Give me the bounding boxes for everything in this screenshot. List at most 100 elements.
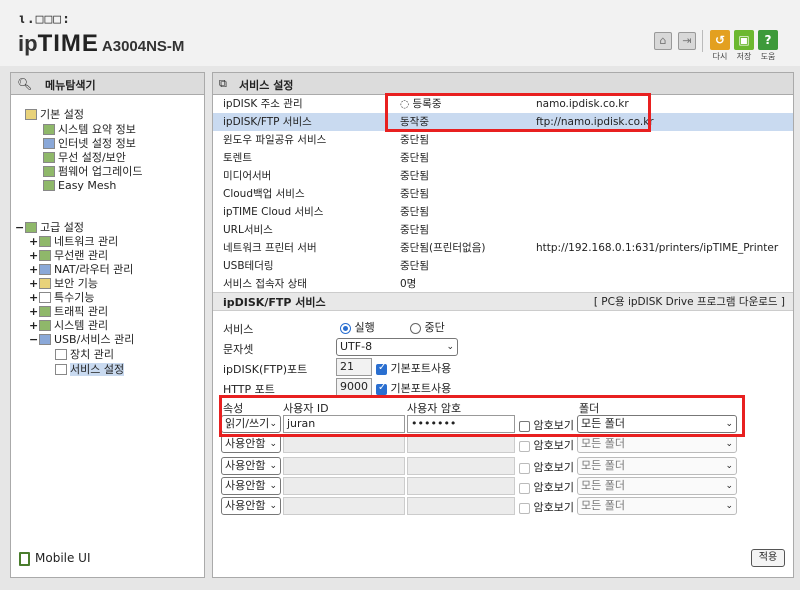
tree-item-system-summary[interactable]: 시스템 요약 정보 — [43, 122, 136, 137]
expand-icon[interactable]: + — [29, 318, 39, 333]
traffic-icon — [39, 305, 51, 317]
refresh-icon[interactable]: ↺ — [710, 30, 730, 50]
show-password-checkbox[interactable] — [519, 482, 530, 494]
tree-item-internet-settings[interactable]: 인터넷 설정 정보 — [43, 136, 136, 151]
mobile-ui-link[interactable]: Mobile UI — [19, 551, 91, 566]
user-id-input[interactable] — [283, 497, 405, 515]
tree-item-special[interactable]: + 특수기능 — [29, 290, 94, 305]
stop-radio-group[interactable]: 중단 — [410, 319, 445, 335]
http-default-port-checkbox[interactable] — [376, 382, 387, 395]
ftp-port-input[interactable]: 21 — [336, 358, 372, 376]
window-icon: ⧉ — [219, 77, 227, 90]
user-attr-select[interactable]: 사용안함 ⌄ — [221, 457, 281, 475]
collapse-icon[interactable]: − — [29, 332, 39, 347]
charset-select[interactable]: UTF-8 ⌄ — [336, 338, 458, 356]
chevron-down-icon: ⌄ — [725, 481, 733, 491]
tree-item-security[interactable]: + 보안 기능 — [29, 276, 98, 291]
service-row: 서비스 접속자 상태 0명 — [223, 278, 417, 290]
http-port-label: HTTP 포트 — [223, 383, 275, 396]
chevron-down-icon: ⌄ — [269, 419, 277, 429]
tree-item-network[interactable]: + 네트워크 관리 — [29, 234, 118, 249]
expand-icon[interactable]: + — [29, 304, 39, 319]
expand-icon[interactable]: + — [29, 262, 39, 277]
logout-icon[interactable]: ⇥ — [678, 32, 696, 50]
ftp-port-label: ipDISK(FTP)포트 — [223, 363, 308, 376]
service-row: Cloud백업 서비스 중단됨 — [223, 188, 429, 200]
service-row: 네트워크 프린터 서버 중단됨(프린터없음) http://192.168.0.1:… — [223, 242, 779, 254]
user-id-input[interactable]: juran — [283, 415, 405, 433]
user-id-input[interactable] — [283, 435, 405, 453]
user-attr-select[interactable]: 사용안함 ⌄ — [221, 497, 281, 515]
service-row: URL서비스 중단됨 — [223, 224, 429, 236]
user-password-input[interactable]: ••••••• — [407, 415, 515, 433]
tree-item-wireless-security[interactable]: 무선 설정/보안 — [43, 150, 126, 165]
expand-icon[interactable]: + — [29, 290, 39, 305]
user-password-input[interactable] — [407, 457, 515, 475]
ftp-default-port-group[interactable]: 기본포트사용 — [376, 360, 451, 376]
save-icon[interactable]: ▣ — [734, 30, 754, 50]
help-icon[interactable]: ? — [758, 30, 778, 50]
tree-advanced-settings[interactable]: − 고급 설정 — [15, 220, 84, 235]
help-label: 도움 — [760, 52, 776, 61]
refresh-label: 다시 — [712, 52, 728, 61]
expand-icon[interactable]: + — [29, 234, 39, 249]
ipdisk-download-link[interactable]: [ PC용 ipDISK Drive 프로그램 다운로드 ] — [594, 293, 785, 312]
tree-item-nat-router[interactable]: + NAT/라우터 관리 — [29, 262, 133, 277]
tree-item-firmware-upgrade[interactable]: 펌웨어 업그레이드 — [43, 164, 142, 179]
service-row: 윈도우 파일공유 서비스 중단됨 — [223, 134, 429, 146]
lock-icon — [39, 277, 51, 289]
http-port-input[interactable]: 9000 — [336, 378, 372, 396]
show-password-group[interactable]: 암호보기 — [519, 437, 574, 453]
chevron-down-icon: ⌄ — [269, 481, 277, 491]
page-icon — [55, 363, 67, 375]
tree-item-service-settings[interactable]: 서비스 설정 — [55, 362, 125, 377]
user-id-input[interactable] — [283, 457, 405, 475]
service-row: ipTIME Cloud 서비스 중단됨 — [223, 206, 429, 218]
expand-icon[interactable]: + — [29, 276, 39, 291]
user-id-input[interactable] — [283, 477, 405, 495]
tools-icon — [39, 291, 51, 303]
show-password-group[interactable]: 암호보기 — [519, 479, 574, 495]
user-password-input[interactable] — [407, 435, 515, 453]
show-password-group[interactable]: 암호보기 — [519, 417, 574, 433]
user-password-input[interactable] — [407, 477, 515, 495]
col-password-header: 사용자 암호 — [407, 402, 462, 415]
user-attr-select[interactable]: 사용안함 ⌄ — [221, 435, 281, 453]
home-icon[interactable]: ⌂ — [654, 32, 672, 50]
stop-radio[interactable] — [410, 322, 421, 334]
expand-icon[interactable]: + — [29, 248, 39, 263]
sidebar-header: 🔍︎ 메뉴탐색기 — [11, 73, 204, 95]
tree-item-device-management[interactable]: 장치 관리 — [55, 347, 114, 362]
ftp-default-port-checkbox[interactable] — [376, 362, 387, 375]
chevron-down-icon: ⌄ — [446, 342, 454, 352]
apply-button[interactable]: 적용 — [751, 549, 785, 567]
user-folder-select[interactable]: 모든 폴더 ⌄ — [577, 497, 737, 515]
show-password-group[interactable]: 암호보기 — [519, 499, 574, 515]
show-password-checkbox[interactable] — [519, 502, 530, 514]
col-attr-header: 속성 — [223, 402, 244, 415]
user-password-input[interactable] — [407, 497, 515, 515]
tree-item-system[interactable]: + 시스템 관리 — [29, 318, 108, 333]
http-default-port-group[interactable]: 기본포트사용 — [376, 380, 451, 396]
user-folder-select[interactable]: 모든 폴더 ⌄ — [577, 477, 737, 495]
user-folder-select[interactable]: 모든 폴더 ⌄ — [577, 457, 737, 475]
tree-item-wireless[interactable]: + 무선랜 관리 — [29, 248, 108, 263]
run-radio[interactable] — [340, 322, 351, 334]
user-attr-select[interactable]: 사용안함 ⌄ — [221, 477, 281, 495]
show-password-group[interactable]: 암호보기 — [519, 459, 574, 475]
user-folder-select[interactable]: 모든 폴더 ⌄ — [577, 435, 737, 453]
user-attr-select[interactable]: 읽기/쓰기 ⌄ — [221, 415, 281, 433]
run-radio-group[interactable]: 실행 — [340, 319, 375, 335]
tree-item-usb-service[interactable]: − USB/서비스 관리 — [29, 332, 134, 347]
tree-item-easy-mesh[interactable]: Easy Mesh — [43, 178, 116, 193]
show-password-checkbox[interactable] — [519, 462, 530, 474]
chevron-down-icon: ⌄ — [725, 501, 733, 511]
show-password-checkbox[interactable] — [519, 420, 530, 432]
tree-item-traffic[interactable]: + 트래픽 관리 — [29, 304, 108, 319]
tree-basic-settings[interactable]: 기본 설정 — [25, 107, 84, 122]
user-folder-select[interactable]: 모든 폴더 ⌄ — [577, 415, 737, 433]
show-password-checkbox[interactable] — [519, 440, 530, 452]
header: ι.□□□: ipTIME A3004NS-M ⌂ ⇥ ↺ ▣ ? 다시 저장 도… — [0, 0, 800, 66]
charset-label: 문자셋 — [223, 343, 254, 356]
collapse-icon[interactable]: − — [15, 220, 25, 235]
